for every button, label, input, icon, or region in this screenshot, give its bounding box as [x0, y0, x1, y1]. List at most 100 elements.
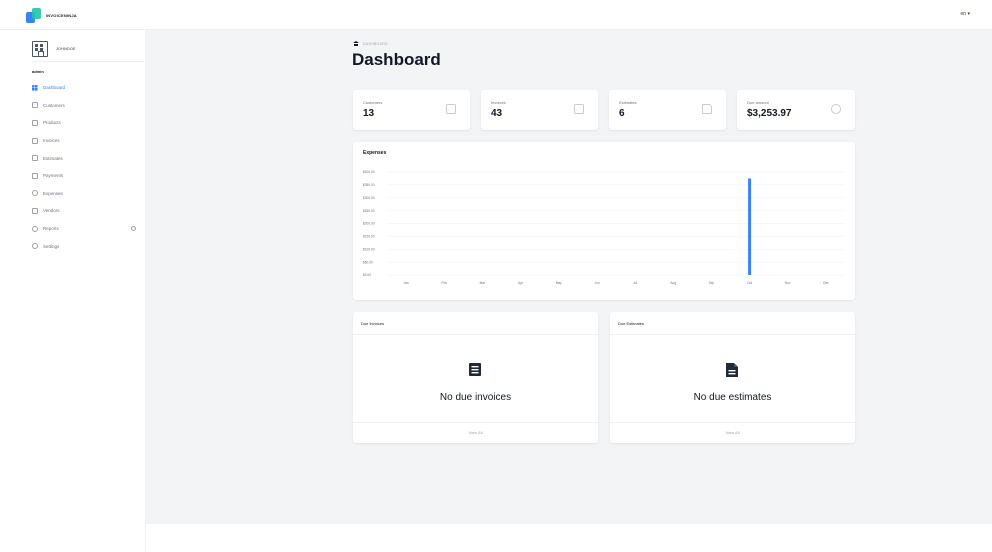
app-logo[interactable]: InvoiceNinja [26, 7, 77, 23]
invoice-icon [574, 104, 584, 114]
y-tick-label: $300.00 [363, 196, 375, 200]
sidebar-item-dashboard[interactable]: Dashboard [32, 79, 146, 97]
y-tick-label: $200.00 [363, 222, 375, 226]
x-tick-label: Aug [670, 281, 676, 285]
stat-card-estimates[interactable]: Estimates 6 [609, 90, 726, 130]
reports-expand-icon[interactable] [131, 225, 136, 231]
sidebar-item-settings[interactable]: Settings [32, 237, 146, 255]
store-icon [32, 207, 38, 214]
divider [353, 334, 598, 335]
expenses-chart-card: Expenses $400.00 $350.00 $300.00 $250.00 $20… [353, 142, 855, 300]
sidebar-item-estimates[interactable]: Estimates [32, 149, 146, 167]
page-title: Dashboard [352, 50, 441, 69]
stat-value: $3,253.97 [747, 108, 792, 119]
invoice-icon [32, 137, 38, 144]
x-tick-label: Jun [594, 281, 599, 285]
gear-icon [32, 243, 38, 250]
sidebar-item-label: Estimates [43, 155, 63, 161]
x-tick-label: Nov [785, 281, 791, 285]
sidebar-item-payments[interactable]: Payments [32, 167, 146, 185]
stat-card-customers[interactable]: Customers 13 [353, 90, 470, 130]
x-tick-label: May [556, 281, 562, 285]
breadcrumb: Dashboard [353, 41, 388, 46]
company-switcher[interactable]: JOHNDOE [32, 36, 146, 62]
currency-icon [831, 104, 841, 114]
box-icon [32, 119, 38, 126]
y-tick-label: $0.00 [363, 273, 371, 277]
top-bar: InvoiceNinja en ▾ [0, 0, 992, 30]
sidebar-item-invoices[interactable]: Invoices [32, 132, 146, 150]
sidebar-item-label: Expenses [43, 190, 63, 196]
x-tick-label: Sep [709, 281, 715, 285]
stat-value: 6 [619, 108, 625, 119]
users-icon [32, 102, 38, 109]
sidebar-nav: Dashboard Customers Products Invoices Es… [32, 79, 146, 255]
x-tick-label: Oct [747, 281, 752, 285]
sidebar-item-label: Invoices [43, 138, 60, 144]
sidebar-item-label: Vendors [43, 208, 60, 214]
divider [353, 422, 598, 423]
estimate-document-icon [726, 363, 738, 377]
invoice-list-icon [469, 363, 481, 376]
stat-card-invoices[interactable]: Invoices 43 [481, 90, 598, 130]
coin-icon [32, 190, 38, 197]
stat-label: Customers [363, 100, 383, 105]
logo-text: InvoiceNinja [46, 12, 77, 18]
stat-value: 43 [491, 108, 503, 119]
due-estimates-title: Due Estimates [618, 321, 645, 326]
x-tick-label: Dec [823, 281, 829, 285]
footer [146, 524, 992, 552]
sidebar-item-label: Settings [43, 243, 60, 249]
y-tick-label: $150.00 [363, 235, 375, 239]
sidebar: JOHNDOE admin Dashboard Customers Produc… [0, 30, 146, 552]
stat-card-due-amount[interactable]: Due amount $3,253.97 [737, 90, 855, 130]
due-estimates-empty: No due estimates [693, 392, 772, 403]
y-tick-label: $100.00 [363, 247, 375, 251]
sidebar-item-label: Reports [43, 226, 59, 232]
stat-label: Invoices [491, 100, 506, 105]
divider [610, 334, 855, 335]
stat-label: Due amount [747, 100, 769, 105]
sidebar-item-products[interactable]: Products [32, 114, 146, 132]
due-invoices-card: Due Invoices No due invoices View All [353, 312, 598, 443]
sidebar-item-label: Payments [43, 173, 64, 179]
due-invoices-title: Due Invoices [361, 321, 385, 326]
sidebar-item-reports[interactable]: Reports [32, 220, 146, 238]
x-tick-label: Feb [442, 281, 448, 285]
breadcrumb-current: Dashboard [363, 41, 388, 46]
sidebar-item-label: Products [43, 120, 61, 126]
y-tick-label: $350.00 [363, 183, 375, 187]
x-tick-label: Jan [404, 281, 409, 285]
card-icon [32, 172, 38, 179]
view-all-estimates-link[interactable]: View All [610, 430, 855, 435]
users-icon [446, 104, 456, 114]
x-tick-label: Jul [633, 281, 637, 285]
home-icon[interactable] [353, 41, 359, 46]
y-tick-label: $50.00 [363, 260, 373, 264]
building-icon [32, 40, 48, 57]
document-icon [32, 155, 38, 162]
y-tick-label: $250.00 [363, 209, 375, 213]
divider [610, 422, 855, 423]
grid-icon [32, 84, 38, 91]
sidebar-item-expenses[interactable]: Expenses [32, 185, 146, 203]
language-selector[interactable]: en ▾ [961, 11, 970, 17]
y-tick-label: $400.00 [363, 170, 375, 174]
stat-label: Estimates [619, 100, 637, 105]
main-content: Dashboard Dashboard Customers 13 Invoice… [146, 30, 992, 524]
expense-bar-oct[interactable] [748, 178, 752, 275]
sidebar-section-label: admin [32, 69, 44, 74]
due-estimates-card: Due Estimates No due estimates View All [610, 312, 855, 443]
view-all-invoices-link[interactable]: View All [353, 430, 598, 435]
chart-icon [32, 225, 38, 232]
x-tick-label: Apr [518, 281, 524, 285]
stat-value: 13 [363, 108, 375, 119]
company-name: JOHNDOE [56, 46, 76, 51]
expenses-chart: $400.00 $350.00 $300.00 $250.00 $200.00 $150.… [363, 170, 845, 285]
sidebar-item-label: Dashboard [43, 85, 66, 91]
due-invoices-empty: No due invoices [439, 392, 512, 403]
x-tick-label: Mar [480, 281, 486, 285]
document-icon [702, 104, 712, 114]
sidebar-item-customers[interactable]: Customers [32, 97, 146, 115]
sidebar-item-vendors[interactable]: Vendors [32, 202, 146, 220]
